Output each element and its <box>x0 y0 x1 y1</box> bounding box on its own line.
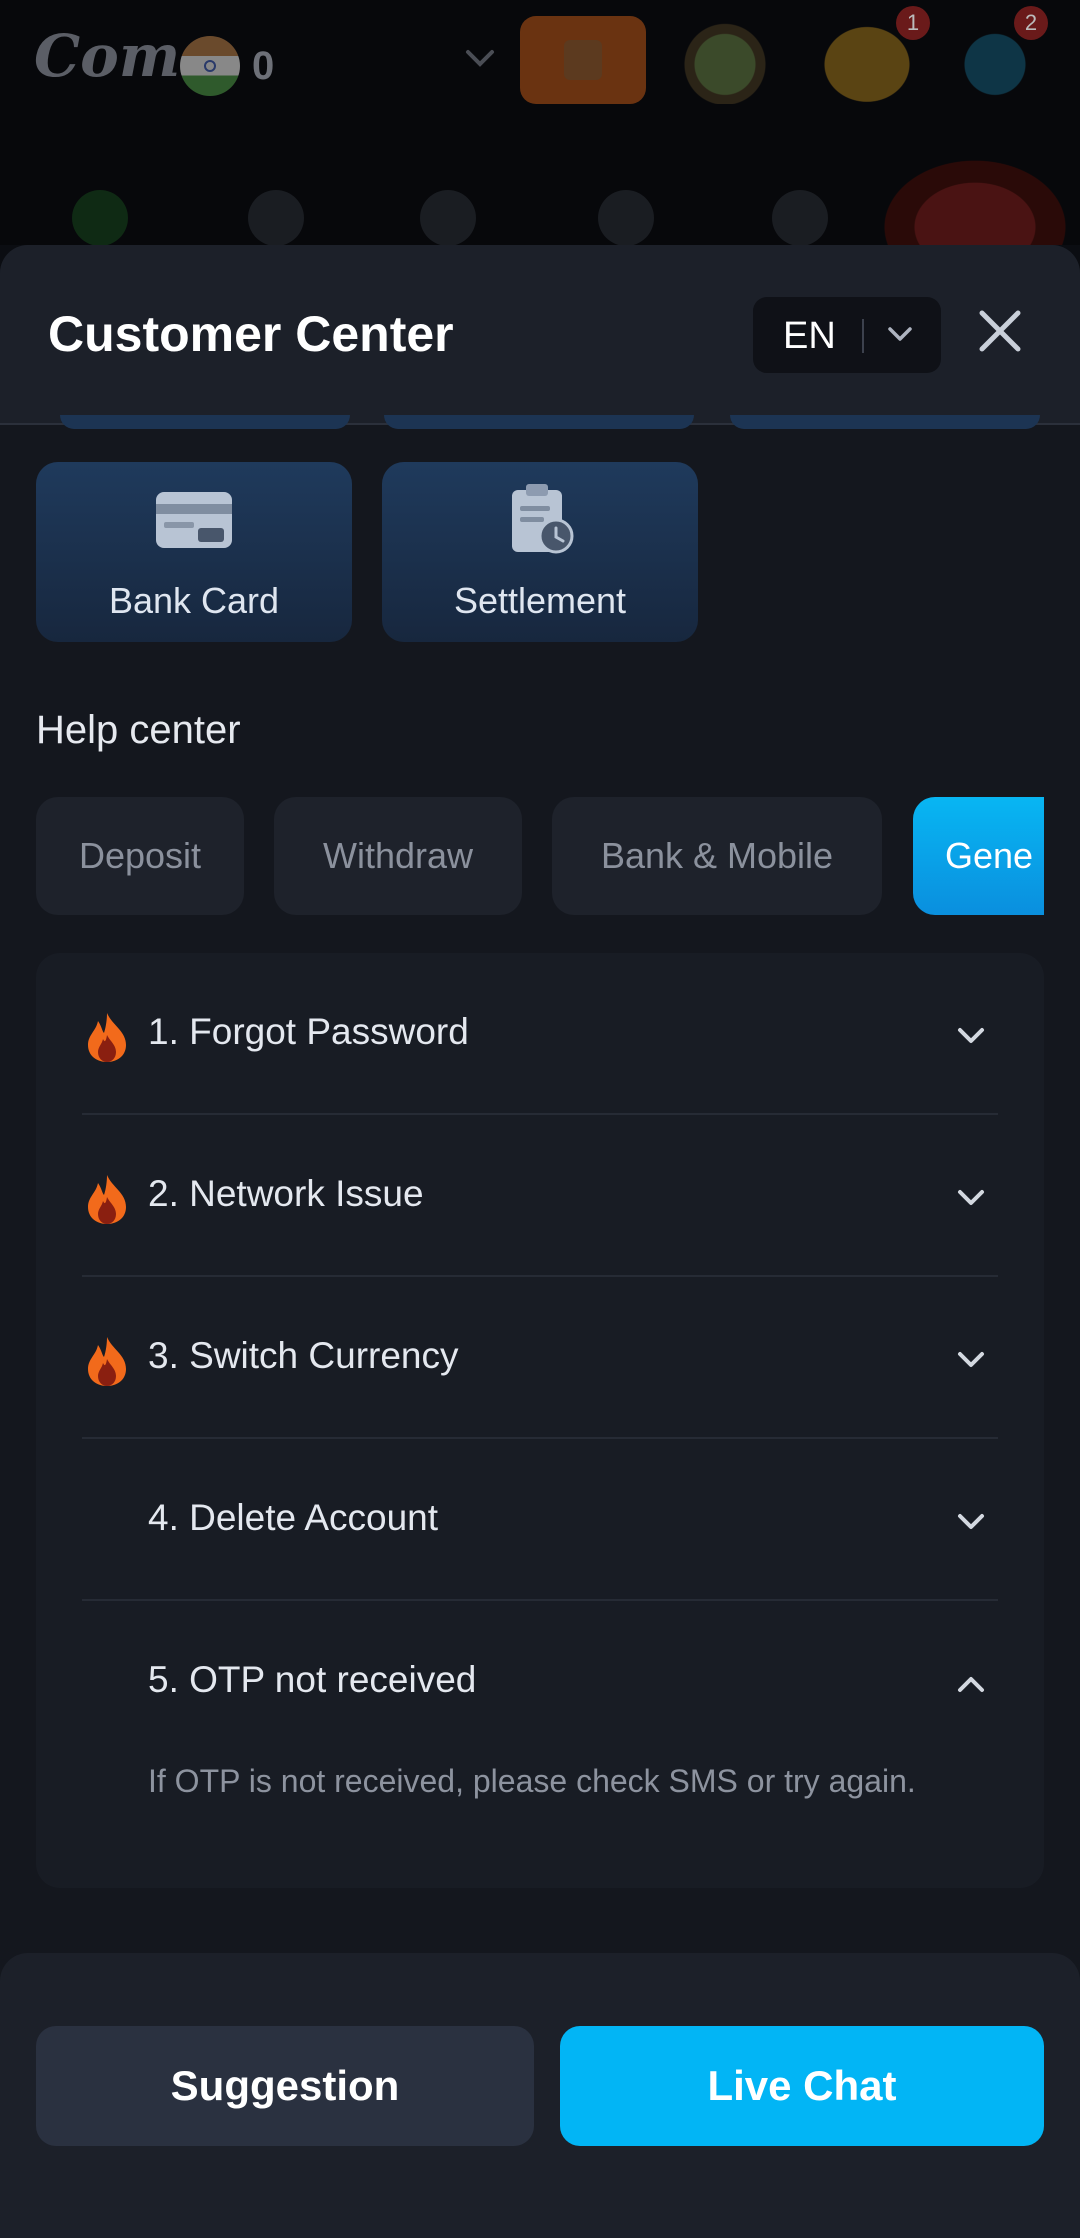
tab-deposit[interactable]: Deposit <box>36 797 244 915</box>
settlement-clipboard-icon <box>512 484 574 554</box>
cards-icon <box>598 190 654 245</box>
faq-question-row[interactable]: 2. Network Issue <box>82 1115 998 1275</box>
chevron-down-icon <box>958 1190 984 1205</box>
divider <box>862 319 864 353</box>
customer-center-sheet: Customer Center EN Bank Card Settlement … <box>0 245 1080 2238</box>
card-label: Bank Card <box>108 580 280 621</box>
tab-general-label: Gene <box>945 835 1034 876</box>
faq-question-row[interactable]: 4. Delete Account <box>82 1439 998 1599</box>
fire-icon <box>88 1175 126 1224</box>
fire-icon <box>88 1013 126 1062</box>
suggestion-button[interactable]: Suggestion <box>36 2026 534 2146</box>
help-center-tabs: Deposit Withdraw Bank & Mobile Gene <box>36 797 1044 917</box>
chevron-down-icon <box>888 327 912 341</box>
chevron-down-icon <box>958 1352 984 1367</box>
faq-list: 1. Forgot Password 2. Network Issue 3. S… <box>36 953 1044 1888</box>
live-chat-button[interactable]: Live Chat <box>560 2026 1044 2146</box>
scrolled-card <box>60 415 350 429</box>
balance-value: 0 <box>252 43 275 88</box>
app-header-dimmed: Come 0 1 2 <box>0 0 1080 245</box>
faq-question-row[interactable]: 3. Switch Currency <box>82 1277 998 1437</box>
fire-icon <box>88 1337 126 1386</box>
faq-question-row[interactable]: 1. Forgot Password <box>82 953 998 1113</box>
bank-card-icon <box>156 492 232 548</box>
language-code: EN <box>783 315 836 357</box>
page-title: Customer Center <box>48 306 454 362</box>
faq-question: 2. Network Issue <box>148 1173 424 1214</box>
faq-answer: If OTP is not received, please check SMS… <box>148 1763 916 1799</box>
soccer-ball-icon <box>772 190 828 245</box>
help-center-heading: Help center <box>36 708 241 752</box>
scrolled-card <box>384 415 694 429</box>
rocket-icon <box>420 190 476 245</box>
vip-banner-icon <box>870 150 1080 245</box>
notification-badge: 2 <box>1014 6 1048 40</box>
faq-question: 5. OTP not received <box>148 1659 477 1700</box>
wallet-button <box>520 16 646 104</box>
tab-general[interactable]: Gene <box>913 797 1044 915</box>
tab-withdraw[interactable]: Withdraw <box>274 797 522 915</box>
faq-question: 4. Delete Account <box>148 1497 439 1538</box>
faq-question: 3. Switch Currency <box>148 1335 459 1376</box>
tab-bank-mobile[interactable]: Bank & Mobile <box>552 797 882 915</box>
card-label: Settlement <box>453 580 627 621</box>
chevron-down-icon <box>466 50 494 67</box>
spade-icon <box>248 190 304 245</box>
chevron-down-icon <box>958 1514 984 1529</box>
india-flag-icon <box>180 36 240 96</box>
sheet-header: Customer Center EN <box>0 245 1080 425</box>
footer-actions: Suggestion Live Chat <box>0 1953 1080 2238</box>
balance-display: 0 <box>180 36 274 96</box>
planet-icon <box>72 190 128 245</box>
chevron-down-icon <box>958 1028 984 1043</box>
bank-card-button[interactable]: Bank Card <box>36 462 352 642</box>
settlement-button[interactable]: Settlement <box>382 462 698 642</box>
faq-question: 1. Forgot Password <box>148 1011 469 1052</box>
language-selector[interactable]: EN <box>753 297 941 373</box>
close-icon[interactable] <box>972 303 1028 359</box>
faq-question-row[interactable]: 5. OTP not received <box>82 1601 998 1761</box>
notification-badge: 1 <box>896 6 930 40</box>
scrolled-card <box>730 415 1040 429</box>
chevron-up-icon <box>958 1677 984 1692</box>
treasure-jar-icon <box>680 16 770 104</box>
